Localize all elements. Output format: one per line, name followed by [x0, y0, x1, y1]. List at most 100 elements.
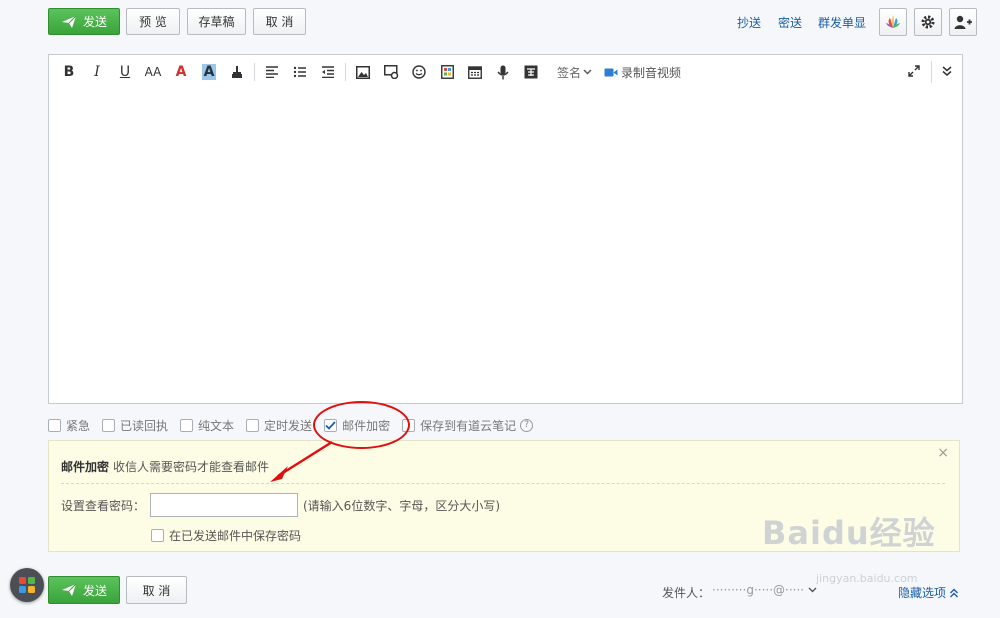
chevron-down-icon [583, 69, 592, 75]
save-draft-button-label: 存草稿 [198, 15, 235, 29]
toolbar-divider [254, 63, 255, 81]
add-contact-button[interactable] [949, 8, 977, 36]
read-receipt-checkbox[interactable] [102, 418, 116, 432]
paper-plane-icon [61, 583, 77, 596]
read-receipt-label: 已读回执 [120, 418, 169, 433]
preview-button[interactable]: 预 览 [126, 8, 180, 35]
help-icon[interactable]: ? [520, 418, 534, 432]
plain-text-checkbox[interactable] [180, 418, 194, 432]
insert-image-button[interactable] [349, 60, 377, 84]
chevron-down-icon [808, 587, 817, 593]
italic-label: I [94, 64, 100, 80]
smiley-icon [412, 65, 426, 79]
double-chevron-down-icon [942, 66, 952, 76]
close-icon[interactable]: × [937, 445, 949, 461]
save-to-notes-label: 保存到有道云笔记 [420, 418, 517, 433]
password-hint: (请输入6位数字、字母，区分大小写) [303, 499, 500, 513]
add-user-icon [954, 15, 972, 29]
scheduled-send-option[interactable]: 定时发送 [246, 417, 312, 434]
save-to-notes-option[interactable]: 保存到有道云笔记? [402, 417, 534, 434]
microphone-icon [497, 65, 509, 79]
insert-table-button[interactable] [433, 60, 461, 84]
record-video-button[interactable]: 录制音视频 [596, 64, 681, 81]
save-to-notes-checkbox[interactable] [402, 418, 416, 432]
toolbar-divider [345, 63, 346, 81]
apps-launcher-button[interactable] [10, 568, 44, 602]
bottom-cancel-button[interactable]: 取 消 [126, 576, 187, 604]
editor-toolbar: B I U AA A A 签名 录制音视频 [49, 55, 962, 89]
save-password-checkbox[interactable] [151, 529, 164, 542]
preview-button-label: 预 览 [139, 15, 167, 29]
translate-button[interactable] [517, 60, 545, 84]
send-button[interactable]: 发送 [48, 8, 120, 35]
record-video-label: 录制音视频 [621, 65, 682, 80]
italic-button[interactable]: I [83, 60, 111, 84]
urgent-checkbox[interactable] [48, 418, 61, 432]
send-button-label: 发送 [82, 15, 107, 29]
screenshot-icon [383, 65, 398, 79]
sender-select[interactable]: ·········g·····@····· [712, 583, 817, 597]
align-button[interactable] [258, 60, 286, 84]
clear-format-button[interactable] [223, 60, 251, 84]
plain-text-option[interactable]: 纯文本 [180, 417, 234, 434]
editor[interactable]: B I U AA A A 签名 录制音视频 [48, 54, 963, 404]
calendar-icon [468, 66, 482, 79]
encrypt-panel-title: 邮件加密 收信人需要密码才能查看邮件 [61, 458, 269, 475]
separate-send-link[interactable]: 群发单显 [818, 14, 866, 31]
encrypt-option[interactable]: 邮件加密 [324, 417, 390, 434]
emoji-button[interactable] [405, 60, 433, 84]
password-input[interactable] [150, 493, 298, 517]
gear-icon [921, 15, 935, 29]
checkmark-icon [325, 420, 336, 430]
save-password-label: 在已发送邮件中保存密码 [169, 529, 302, 543]
underline-label: U [119, 64, 131, 80]
outdent-icon [322, 66, 334, 78]
save-password-option[interactable]: 在已发送邮件中保存密码 [151, 527, 301, 544]
bold-label: B [63, 64, 75, 80]
double-chevron-up-icon [950, 588, 959, 597]
calendar-button[interactable] [461, 60, 489, 84]
doc-icon [440, 65, 454, 79]
sender-label: 发件人： [662, 586, 711, 600]
font-size-label: AA [144, 65, 162, 79]
underline-button[interactable]: U [111, 60, 139, 84]
background-color-button[interactable]: A [195, 60, 223, 84]
read-receipt-option[interactable]: 已读回执 [102, 417, 168, 434]
bullet-list-icon [293, 66, 306, 78]
bottom-send-button[interactable]: 发送 [48, 576, 120, 604]
brush-icon [232, 66, 242, 78]
encrypt-checkbox[interactable] [324, 418, 338, 432]
urgent-option[interactable]: 紧急 [48, 417, 90, 434]
background-color-label: A [201, 64, 217, 80]
bold-button[interactable]: B [55, 60, 83, 84]
image-icon [356, 65, 370, 79]
settings-button[interactable] [914, 8, 942, 36]
font-size-button[interactable]: AA [139, 60, 167, 84]
indent-button[interactable] [314, 60, 342, 84]
cc-link[interactable]: 抄送 [737, 14, 761, 31]
font-color-button[interactable]: A [167, 60, 195, 84]
app-flower-button[interactable] [879, 8, 907, 36]
translate-icon [524, 65, 538, 79]
encrypt-label: 邮件加密 [342, 418, 391, 433]
bottom-send-label: 发送 [82, 583, 107, 598]
encrypt-panel-subtitle: 收信人需要密码才能查看邮件 [113, 460, 270, 474]
save-draft-button[interactable]: 存草稿 [187, 8, 246, 35]
video-camera-icon [604, 68, 618, 76]
more-tools-button[interactable] [937, 61, 957, 81]
signature-dropdown[interactable]: 签名 [553, 64, 596, 81]
list-button[interactable] [286, 60, 314, 84]
paper-plane-icon [61, 15, 77, 28]
bcc-link[interactable]: 密送 [778, 14, 802, 31]
font-color-label: A [175, 64, 187, 80]
screenshot-button[interactable] [377, 60, 405, 84]
hide-options-link[interactable]: 隐藏选项 [898, 584, 959, 601]
signature-label: 签名 [557, 65, 582, 80]
scheduled-send-checkbox[interactable] [246, 418, 260, 432]
send-options: 紧急 已读回执 纯文本 定时发送 邮件加密 保存到有道云笔记? [48, 417, 545, 433]
voice-button[interactable] [489, 60, 517, 84]
fullscreen-button[interactable] [904, 61, 924, 81]
toolbar-divider [931, 61, 932, 83]
scheduled-send-label: 定时发送 [264, 418, 313, 433]
cancel-button[interactable]: 取 消 [253, 8, 306, 35]
